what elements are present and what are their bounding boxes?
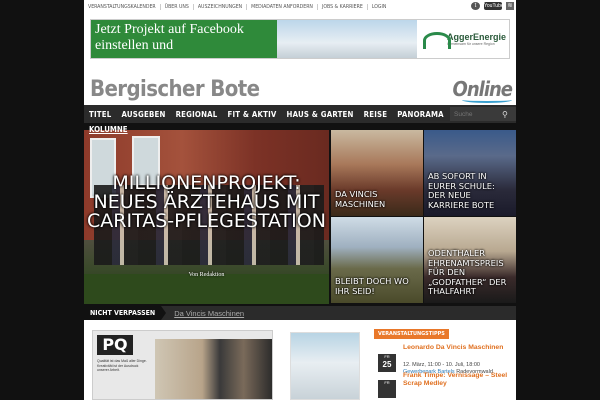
article-tile[interactable]: Da Vincis Maschinen — [331, 130, 423, 216]
rss-icon[interactable]: ≋ — [506, 2, 514, 10]
pq-ad[interactable]: PQ Qualität ist das Maß aller Dinge. Kre… — [92, 330, 273, 400]
search-box: ⚲ — [450, 107, 516, 121]
banner-image — [277, 20, 417, 58]
pq-ad-photo — [155, 339, 272, 399]
top-utility-bar: Veranstaltungskalender Über uns Auszeich… — [84, 0, 516, 13]
top-link-auszeichnungen[interactable]: Auszeichnungen — [198, 3, 248, 10]
nav-item-reise[interactable]: Reise — [359, 110, 393, 119]
event-date-number: 25 — [382, 360, 392, 369]
tile-caption[interactable]: Bleibt doch wo ihr seid! — [335, 276, 419, 296]
nav-item-ausgeben[interactable]: Ausgeben — [116, 110, 170, 119]
side-ad-image[interactable] — [290, 332, 360, 400]
banner-brand-sub: Gemeinsam für unsere Region — [447, 42, 495, 46]
article-tile[interactable]: Bleibt doch wo ihr seid! — [331, 217, 423, 303]
bottom-content: PQ Qualität ist das Maß aller Dinge. Kre… — [84, 320, 516, 400]
top-link-mediadaten[interactable]: Mediadaten anfordern — [251, 3, 318, 10]
tile-caption[interactable]: Ab sofort in eurer Schule: Der neue Karr… — [428, 171, 512, 210]
hero-image-grass — [84, 274, 329, 304]
hero-byline: Von Redaktion — [188, 272, 225, 278]
social-links: t YouTube ≋ — [471, 2, 514, 10]
tile-caption[interactable]: Da Vincis Maschinen — [335, 189, 419, 209]
search-input[interactable] — [450, 110, 502, 118]
tile-caption[interactable]: Odenthaler Ehrenamtspreis für den „Godfa… — [428, 248, 512, 297]
pq-logo: PQ — [97, 335, 133, 355]
nav-item-regional[interactable]: Regional — [171, 110, 223, 119]
hero-headline[interactable]: Millionenprojekt: Neues Ärztehaus mit Ca… — [84, 174, 329, 231]
banner-brand: AggerEnergie Gemeinsam für unsere Region — [417, 20, 509, 58]
nicht-verpassen-bar: Nicht verpassen Da Vincis Maschinen — [84, 306, 516, 320]
pq-ad-text: Qualität ist das Maß aller Dinge. Kreati… — [97, 359, 147, 372]
banner-text: Jetzt Projekt auf Facebook einstellen un… — [91, 20, 277, 58]
page-left-margin — [0, 0, 84, 400]
ad-banner[interactable]: Jetzt Projekt auf Facebook einstellen un… — [90, 19, 510, 59]
article-tile[interactable]: Ab sofort in eurer Schule: Der neue Karr… — [424, 130, 516, 216]
event-title[interactable]: Leonardo Da Vincis Maschinen — [403, 344, 513, 352]
online-swoosh-icon — [462, 97, 512, 103]
nicht-verpassen-label: Nicht verpassen — [84, 306, 162, 320]
nav-item-fit-aktiv[interactable]: Fit & Aktiv — [222, 110, 281, 119]
site-logo[interactable]: Bergischer Bote — [90, 77, 260, 102]
nav-item-kolumne[interactable]: KOLUMNE — [89, 125, 128, 134]
top-link-jobs[interactable]: Jobs & Karriere — [322, 3, 368, 10]
hero-article[interactable]: Millionenprojekt: Neues Ärztehaus mit Ca… — [84, 130, 329, 304]
event-date: FR — [378, 380, 396, 398]
event-day: FR — [384, 380, 390, 385]
nav-item-titel[interactable]: Titel — [84, 110, 116, 119]
page-right-margin — [516, 0, 600, 400]
veranstaltungstipps: Veranstaltungstipps FR 25 Leonardo Da Vi… — [374, 322, 516, 400]
site-header: Jetzt Projekt auf Facebook einstellen un… — [84, 13, 516, 105]
top-link-login[interactable]: Login — [372, 4, 391, 10]
nav-item-haus-garten[interactable]: Haus & Garten — [282, 110, 359, 119]
top-link-veranstaltungskalender[interactable]: Veranstaltungskalender — [88, 3, 161, 10]
nicht-verpassen-link[interactable]: Da Vincis Maschinen — [166, 309, 244, 318]
event-date: FR 25 — [378, 354, 396, 372]
banner-brand-name: AggerEnergie — [447, 32, 507, 42]
youtube-icon[interactable]: YouTube — [484, 2, 504, 10]
top-link-ueber-uns[interactable]: Über uns — [165, 3, 194, 10]
event-item[interactable]: FR Frank Timpe: Vernissage – Steel Scrap… — [374, 372, 516, 400]
article-tile[interactable]: Odenthaler Ehrenamtspreis für den „Godfa… — [424, 217, 516, 303]
twitter-icon[interactable]: t — [471, 2, 480, 10]
search-icon[interactable]: ⚲ — [502, 110, 508, 119]
event-title[interactable]: Frank Timpe: Vernissage – Steel Scrap Me… — [403, 372, 513, 388]
main-nav: Titel Ausgeben Regional Fit & Aktiv Haus… — [84, 105, 516, 123]
aggerenergie-logo-icon — [421, 28, 451, 50]
veranstaltungstipps-heading: Veranstaltungstipps — [374, 329, 449, 339]
nav-item-panorama[interactable]: Panorama — [392, 110, 449, 119]
